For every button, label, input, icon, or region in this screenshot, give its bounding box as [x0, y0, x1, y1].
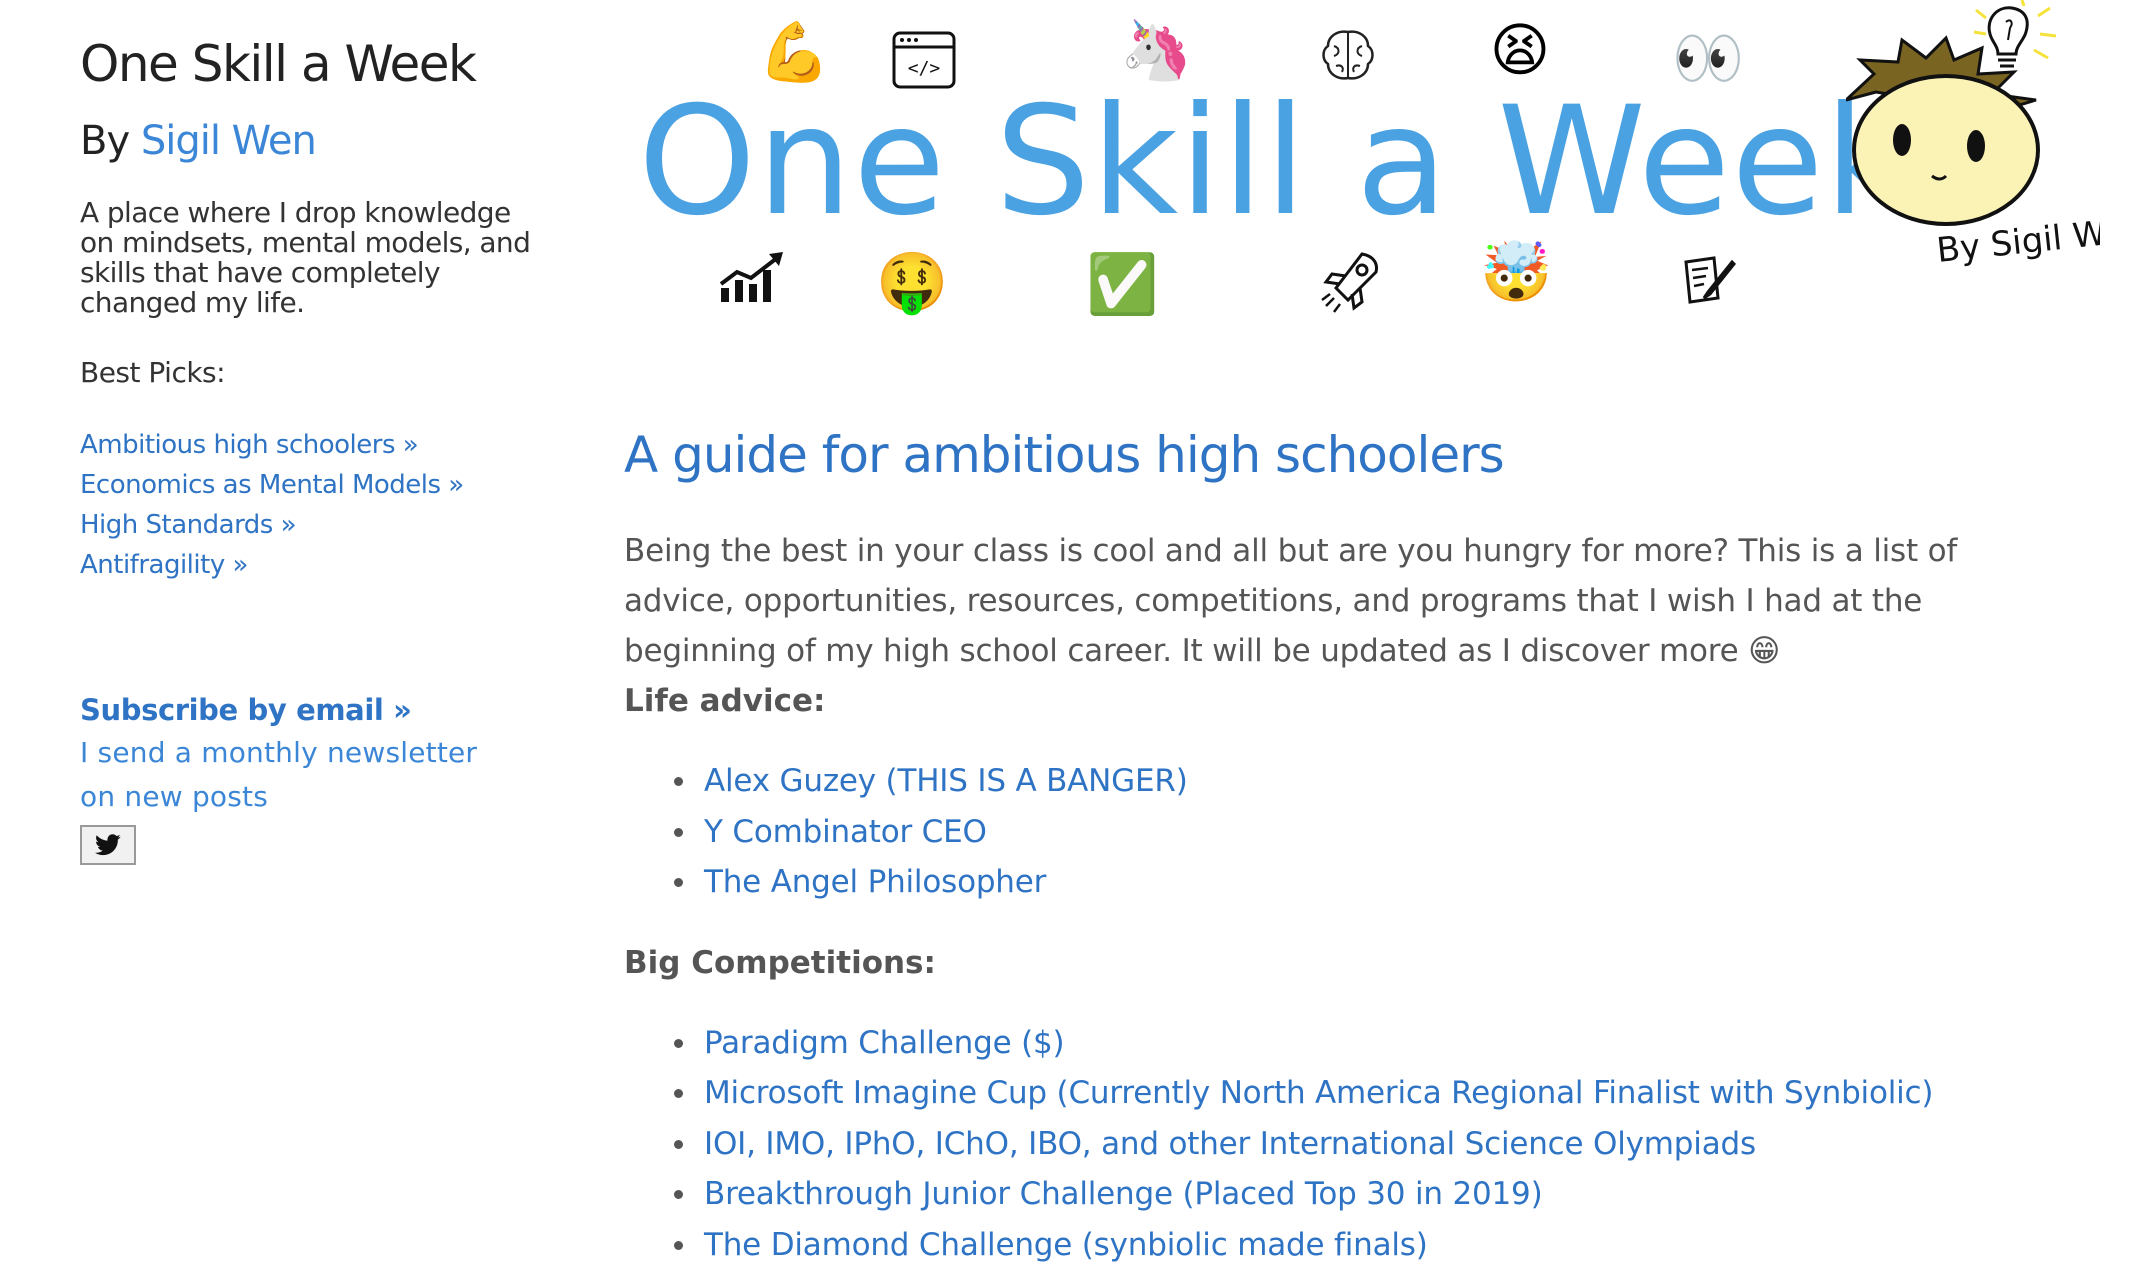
best-pick-economics-link[interactable]: Economics as Mental Models » — [80, 470, 464, 500]
best-pick-item: High Standards » — [80, 505, 540, 545]
rocket-icon — [1314, 248, 1386, 320]
life-advice-list: Alex Guzey (THIS IS A BANGER) Y Combinat… — [624, 756, 2064, 908]
competitions-heading: Big Competitions: — [624, 938, 2064, 988]
life-advice-heading: Life advice: — [624, 676, 2064, 726]
alex-guzey-link[interactable]: Alex Guzey (THIS IS A BANGER) — [704, 763, 1188, 799]
best-pick-high-standards-link[interactable]: High Standards » — [80, 510, 296, 540]
chart-increasing-icon — [716, 250, 788, 322]
exploding-head-icon: 🤯 — [1480, 240, 1552, 312]
diamond-challenge-link[interactable]: The Diamond Challenge (synbiolic made fi… — [704, 1227, 1428, 1263]
best-picks-list: Ambitious high schoolers » Economics as … — [80, 425, 540, 585]
list-item: Breakthrough Junior Challenge (Placed To… — [704, 1169, 2064, 1220]
science-olympiads-link[interactable]: IOI, IMO, IPhO, IChO, IBO, and other Int… — [704, 1126, 1756, 1162]
banner-title: One Skill a Week — [638, 72, 1912, 252]
site-banner[interactable]: 💪 </> 🦄 😫 👀 One Skill a Week — [620, 0, 2100, 330]
twitter-button[interactable] — [80, 825, 136, 865]
article-intro: Being the best in your class is cool and… — [624, 526, 2064, 676]
mascot-illustration: By Sigil Wen — [1846, 0, 2100, 310]
y-combinator-ceo-link[interactable]: Y Combinator CEO — [704, 814, 987, 850]
writing-icon — [1672, 252, 1744, 324]
article: A guide for ambitious high schoolers Bei… — [624, 420, 2064, 1270]
lightbulb-icon — [1974, 0, 2056, 66]
angel-philosopher-link[interactable]: The Angel Philosopher — [704, 864, 1046, 900]
sidebar: One Skill a Week By Sigil Wen A place wh… — [80, 30, 540, 865]
chart-increasing-svg — [717, 250, 787, 304]
byline-prefix: By — [80, 118, 129, 164]
best-pick-item: Economics as Mental Models » — [80, 465, 540, 505]
microsoft-imagine-cup-link[interactable]: Microsoft Imagine Cup (Currently North A… — [704, 1075, 1933, 1111]
competitions-list: Paradigm Challenge ($) Microsoft Imagine… — [624, 1018, 2064, 1270]
site-tagline: A place where I drop knowledge on mindse… — [80, 198, 540, 318]
best-pick-ambitious-high-schoolers-link[interactable]: Ambitious high schoolers » — [80, 430, 418, 460]
list-item: Alex Guzey (THIS IS A BANGER) — [704, 756, 2064, 807]
best-pick-item: Ambitious high schoolers » — [80, 425, 540, 465]
newsletter-note[interactable]: I send a monthly newsletter on new posts — [80, 731, 500, 819]
writing-svg — [1678, 252, 1738, 308]
list-item: Y Combinator CEO — [704, 807, 2064, 858]
money-mouth-face-icon: 🤑 — [876, 250, 948, 322]
check-mark-icon: ✅ — [1086, 252, 1158, 324]
breakthrough-junior-challenge-link[interactable]: Breakthrough Junior Challenge (Placed To… — [704, 1176, 1542, 1212]
best-pick-antifragility-link[interactable]: Antifragility » — [80, 550, 248, 580]
best-picks-label: Best Picks: — [80, 356, 540, 389]
mascot-face — [1854, 76, 2038, 224]
twitter-bird-icon — [95, 834, 121, 856]
article-title[interactable]: A guide for ambitious high schoolers — [624, 420, 2064, 490]
list-item: The Diamond Challenge (synbiolic made fi… — [704, 1220, 2064, 1270]
list-item: Microsoft Imagine Cup (Currently North A… — [704, 1068, 2064, 1119]
list-item: Paradigm Challenge ($) — [704, 1018, 2064, 1069]
subscribe-by-email-link[interactable]: Subscribe by email » — [80, 693, 540, 727]
rocket-svg — [1318, 248, 1382, 318]
paradigm-challenge-link[interactable]: Paradigm Challenge ($) — [704, 1025, 1064, 1061]
site-title[interactable]: One Skill a Week — [80, 30, 540, 98]
list-item: The Angel Philosopher — [704, 857, 2064, 908]
list-item: IOI, IMO, IPhO, IChO, IBO, and other Int… — [704, 1119, 2064, 1170]
author-byline: By Sigil Wen — [80, 112, 540, 170]
author-link[interactable]: Sigil Wen — [141, 118, 316, 164]
best-pick-item: Antifragility » — [80, 545, 540, 585]
